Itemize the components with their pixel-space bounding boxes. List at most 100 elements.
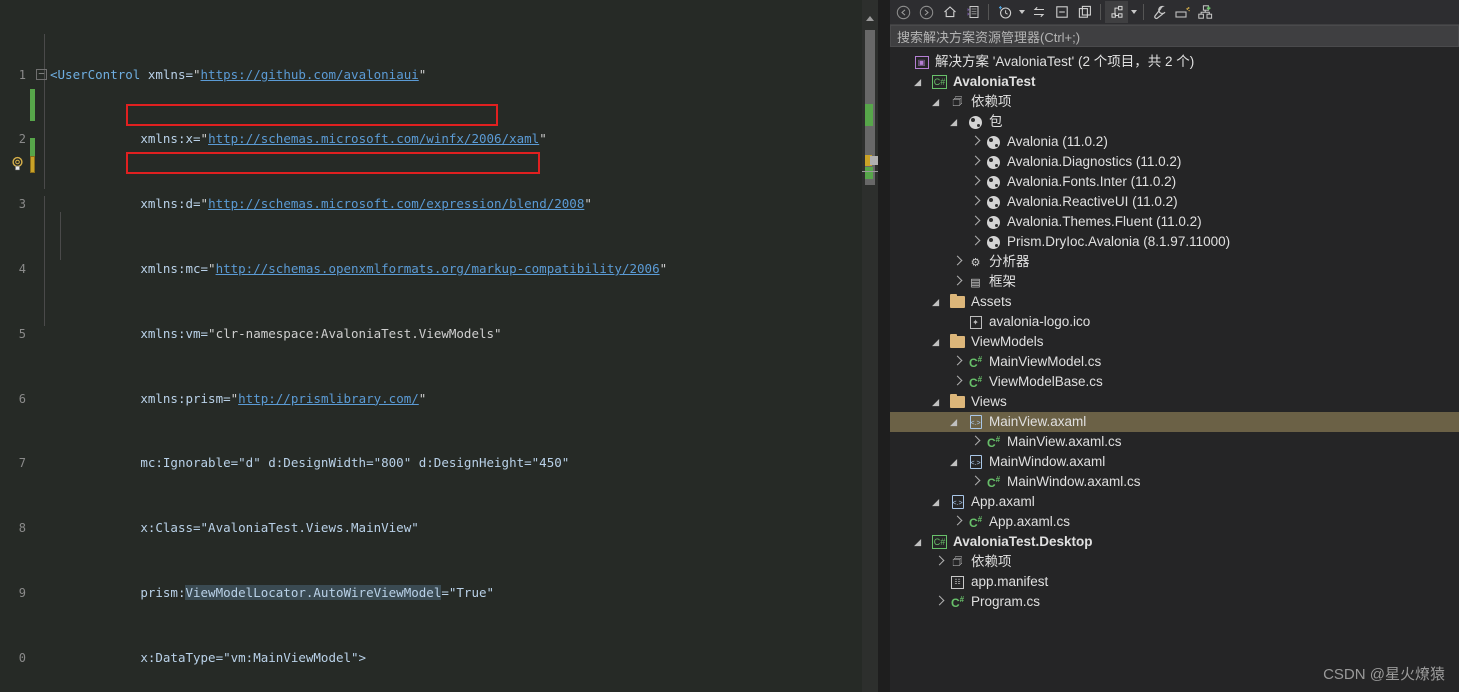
add-new-item-icon[interactable] bbox=[1194, 1, 1217, 23]
tree-item-pkg-prism[interactable]: Prism.DryIoc.Avalonia (8.1.97.11000) bbox=[890, 232, 1459, 252]
chevron-down-icon[interactable] bbox=[1128, 1, 1139, 23]
tree-item-icon: ▣ bbox=[913, 54, 930, 70]
expander-expand-icon[interactable] bbox=[952, 276, 964, 288]
tree-item-frameworks[interactable]: ▤ 框架 bbox=[890, 272, 1459, 292]
tree-item-icon: C# bbox=[931, 534, 948, 550]
analyzers-icon: ⚙ bbox=[970, 256, 981, 269]
tree-item-icon bbox=[949, 334, 966, 350]
tree-item-proj-main[interactable]: C# AvaloniaTest bbox=[890, 72, 1459, 92]
tree-item-mainwindow-axaml[interactable]: <.> MainWindow.axaml bbox=[890, 452, 1459, 472]
expander-expand-icon[interactable] bbox=[952, 376, 964, 388]
tree-item-analyzers[interactable]: ⚙ 分析器 bbox=[890, 252, 1459, 272]
sync-with-active-document-icon[interactable] bbox=[1027, 1, 1050, 23]
fold-toggle[interactable]: – bbox=[36, 68, 47, 80]
expander-collapse-icon[interactable] bbox=[952, 416, 964, 428]
expander-expand-icon[interactable] bbox=[934, 596, 946, 608]
tree-item-viewmodelbase[interactable]: C# ViewModelBase.cs bbox=[890, 372, 1459, 392]
tree-item-assets[interactable]: Assets bbox=[890, 292, 1459, 312]
csharp-project-icon: C# bbox=[932, 75, 947, 89]
tree-item-label: App.axaml bbox=[971, 494, 1035, 509]
code-token[interactable]: http://prismlibrary.com/ bbox=[238, 391, 419, 406]
expander-expand-icon[interactable] bbox=[970, 476, 982, 488]
expander-collapse-icon[interactable] bbox=[916, 76, 928, 88]
tree-item-proj-desktop[interactable]: C# AvaloniaTest.Desktop bbox=[890, 532, 1459, 552]
expander-expand-icon[interactable] bbox=[970, 136, 982, 148]
expander-collapse-icon[interactable] bbox=[916, 536, 928, 548]
expander-expand-icon[interactable] bbox=[970, 436, 982, 448]
expander-expand-icon[interactable] bbox=[970, 196, 982, 208]
tree-item-icon bbox=[985, 194, 1002, 210]
expander-expand-icon[interactable] bbox=[970, 236, 982, 248]
pending-changes-icon[interactable] bbox=[961, 1, 984, 23]
tree-item-pkg-fluent[interactable]: Avalonia.Themes.Fluent (11.0.2) bbox=[890, 212, 1459, 232]
expander-expand-icon[interactable] bbox=[934, 556, 946, 568]
expander-collapse-icon[interactable] bbox=[934, 96, 946, 108]
tree-item-icon: 🗇 bbox=[949, 94, 966, 110]
tree-item-pkg-fonts[interactable]: Avalonia.Fonts.Inter (11.0.2) bbox=[890, 172, 1459, 192]
expander-collapse-icon[interactable] bbox=[934, 296, 946, 308]
expander-expand-icon[interactable] bbox=[952, 256, 964, 268]
expander-collapse-icon[interactable] bbox=[952, 456, 964, 468]
tree-item-icon: <.> bbox=[967, 454, 984, 470]
view-selector-icon[interactable] bbox=[1105, 1, 1128, 23]
history-icon[interactable] bbox=[993, 1, 1016, 23]
image-file-icon: ✦ bbox=[969, 315, 982, 329]
tree-item-icon bbox=[985, 154, 1002, 170]
expander-expand-icon[interactable] bbox=[970, 176, 982, 188]
csharp-file-icon: C# bbox=[986, 474, 1001, 490]
expander-collapse-icon[interactable] bbox=[934, 396, 946, 408]
expander-collapse-icon[interactable] bbox=[952, 116, 964, 128]
tree-item-mainview-axaml[interactable]: <.> MainView.axaml bbox=[890, 412, 1459, 432]
tree-item-avalonia-logo[interactable]: ✦ avalonia-logo.ico bbox=[890, 312, 1459, 332]
expander-expand-icon[interactable] bbox=[970, 216, 982, 228]
code-token[interactable]: https://github.com/avaloniaui bbox=[201, 67, 419, 82]
tree-item-views[interactable]: Views bbox=[890, 392, 1459, 412]
tree-item-solution[interactable]: ▣ 解决方案 'AvaloniaTest' (2 个项目，共 2 个) bbox=[890, 52, 1459, 72]
tree-item-deps-main[interactable]: 🗇 依赖项 bbox=[890, 92, 1459, 112]
line-number: 1 bbox=[18, 67, 26, 82]
collapse-all-icon[interactable] bbox=[1050, 1, 1073, 23]
tree-item-app-cs[interactable]: C# App.axaml.cs bbox=[890, 512, 1459, 532]
tree-item-label: Avalonia.Diagnostics (11.0.2) bbox=[1007, 154, 1182, 169]
back-icon[interactable] bbox=[892, 1, 915, 23]
home-icon[interactable] bbox=[938, 1, 961, 23]
code-token[interactable]: http://schemas.microsoft.com/expression/… bbox=[208, 196, 584, 211]
xaml-file-icon: <.> bbox=[969, 455, 982, 469]
tree-item-viewmodels[interactable]: ViewModels bbox=[890, 332, 1459, 352]
tree-item-icon: <.> bbox=[967, 414, 984, 430]
forward-icon[interactable] bbox=[915, 1, 938, 23]
csharp-project-icon: C# bbox=[932, 535, 947, 549]
chevron-down-icon[interactable] bbox=[1016, 1, 1027, 23]
expander-expand-icon[interactable] bbox=[952, 516, 964, 528]
tree-item-pkg-diagnostics[interactable]: Avalonia.Diagnostics (11.0.2) bbox=[890, 152, 1459, 172]
code-editor-pane[interactable]: 1– <UserControl xmlns="https://github.com… bbox=[0, 0, 890, 692]
solution-tree[interactable]: ▣ 解决方案 'AvaloniaTest' (2 个项目，共 2 个) C# Aval… bbox=[890, 47, 1459, 612]
code-token[interactable]: http://schemas.openxmlformats.org/markup… bbox=[216, 261, 660, 276]
tree-item-app-manifest[interactable]: ☷ app.manifest bbox=[890, 572, 1459, 592]
preview-selected-items-icon[interactable] bbox=[1171, 1, 1194, 23]
editor-vertical-scrollbar[interactable] bbox=[862, 0, 878, 692]
expander-expand-icon[interactable] bbox=[970, 156, 982, 168]
tree-item-mainwindow-cs[interactable]: C# MainWindow.axaml.cs bbox=[890, 472, 1459, 492]
code-line-8: 8 x:Class="AvaloniaTest.Views.MainView" bbox=[0, 520, 860, 536]
scroll-up-arrow[interactable] bbox=[866, 16, 874, 21]
expander-expand-icon[interactable] bbox=[952, 356, 964, 368]
tree-item-deps-desktop[interactable]: 🗇 依赖项 bbox=[890, 552, 1459, 572]
tree-item-packages[interactable]: 包 bbox=[890, 112, 1459, 132]
tree-item-program-cs[interactable]: C# Program.cs bbox=[890, 592, 1459, 612]
expander-collapse-icon[interactable] bbox=[934, 336, 946, 348]
code-token[interactable]: http://schemas.microsoft.com/winfx/2006/… bbox=[208, 131, 539, 146]
tree-item-mainview-cs[interactable]: C# MainView.axaml.cs bbox=[890, 432, 1459, 452]
tree-item-app-axaml[interactable]: <.> App.axaml bbox=[890, 492, 1459, 512]
search-input[interactable]: 搜索解决方案资源管理器(Ctrl+;) bbox=[890, 25, 1459, 47]
code-text[interactable]: 1– <UserControl xmlns="https://github.com… bbox=[0, 18, 860, 692]
properties-icon[interactable] bbox=[1148, 1, 1171, 23]
tree-item-pkg-reactiveui[interactable]: Avalonia.ReactiveUI (11.0.2) bbox=[890, 192, 1459, 212]
show-all-files-icon[interactable] bbox=[1073, 1, 1096, 23]
tree-item-mainviewmodel[interactable]: C# MainViewModel.cs bbox=[890, 352, 1459, 372]
expander-collapse-icon[interactable] bbox=[934, 496, 946, 508]
tree-item-pkg-avalonia[interactable]: Avalonia (11.0.2) bbox=[890, 132, 1459, 152]
folder-icon bbox=[950, 334, 965, 348]
code-token: prism: bbox=[140, 584, 186, 600]
